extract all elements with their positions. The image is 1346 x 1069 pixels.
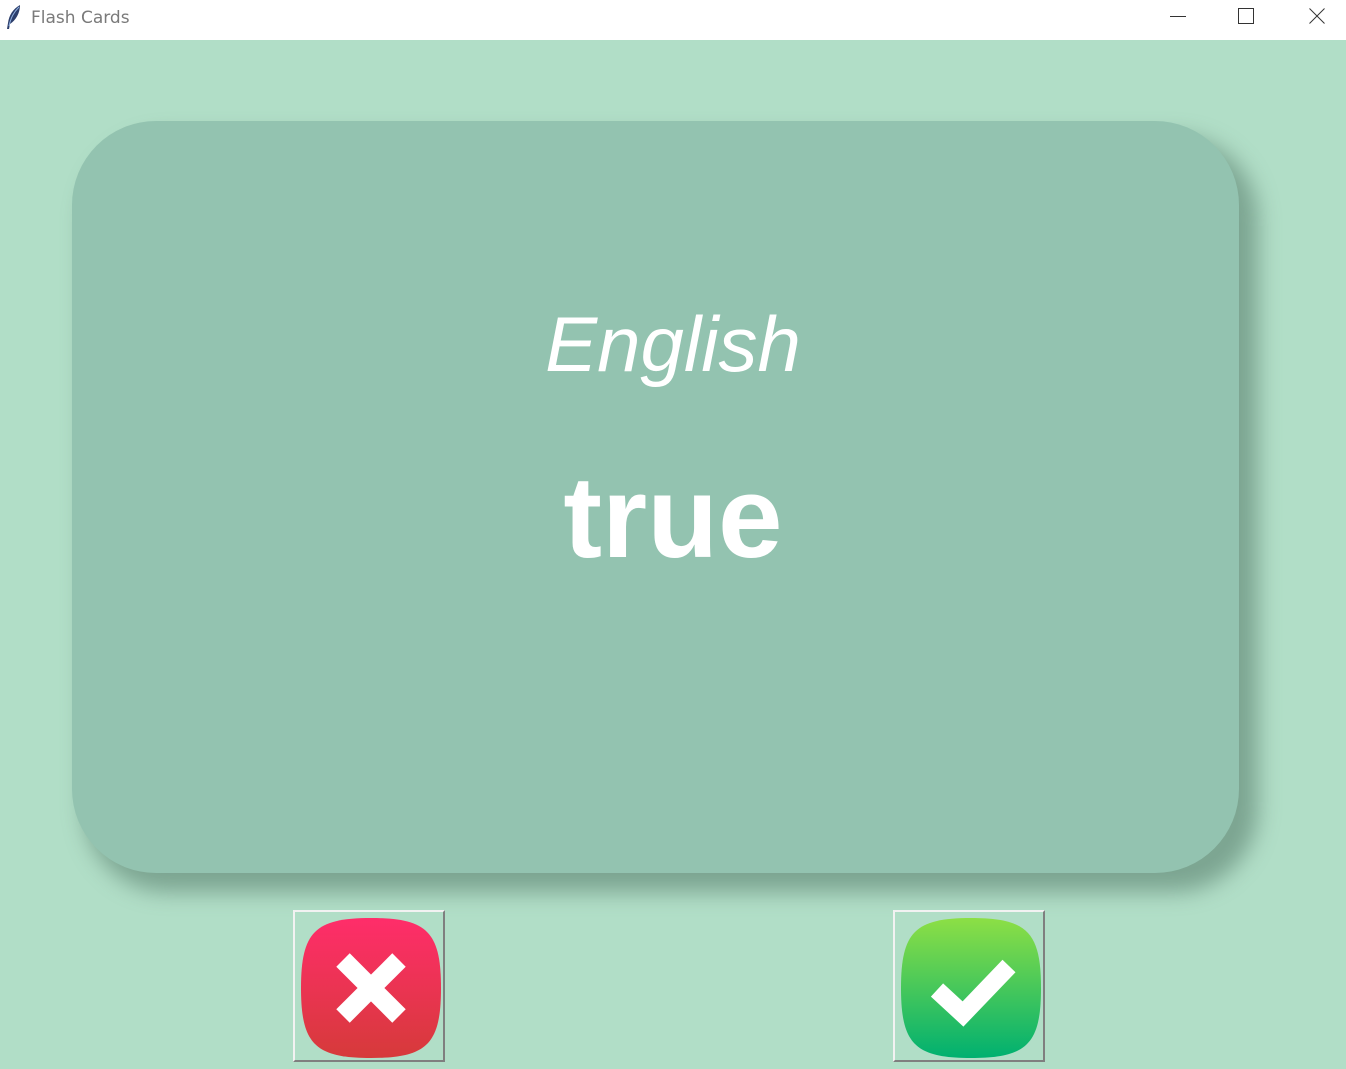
right-button[interactable] xyxy=(893,910,1045,1062)
feather-icon xyxy=(7,5,20,29)
close-button[interactable] xyxy=(1294,0,1340,32)
close-icon xyxy=(1309,8,1325,24)
minimize-icon xyxy=(1170,16,1186,17)
checkmark-icon xyxy=(901,918,1041,1058)
maximize-button[interactable] xyxy=(1223,0,1269,32)
maximize-icon xyxy=(1238,8,1254,24)
window-title: Flash Cards xyxy=(31,8,130,28)
card-language: English xyxy=(545,300,801,388)
minimize-button[interactable] xyxy=(1155,0,1201,32)
wrong-button[interactable] xyxy=(293,910,445,1062)
card-word: true xyxy=(563,452,783,582)
app-window: Flash Cards English true xyxy=(0,0,1346,1069)
title-bar[interactable]: Flash Cards xyxy=(0,0,1346,40)
cross-icon xyxy=(301,918,441,1058)
